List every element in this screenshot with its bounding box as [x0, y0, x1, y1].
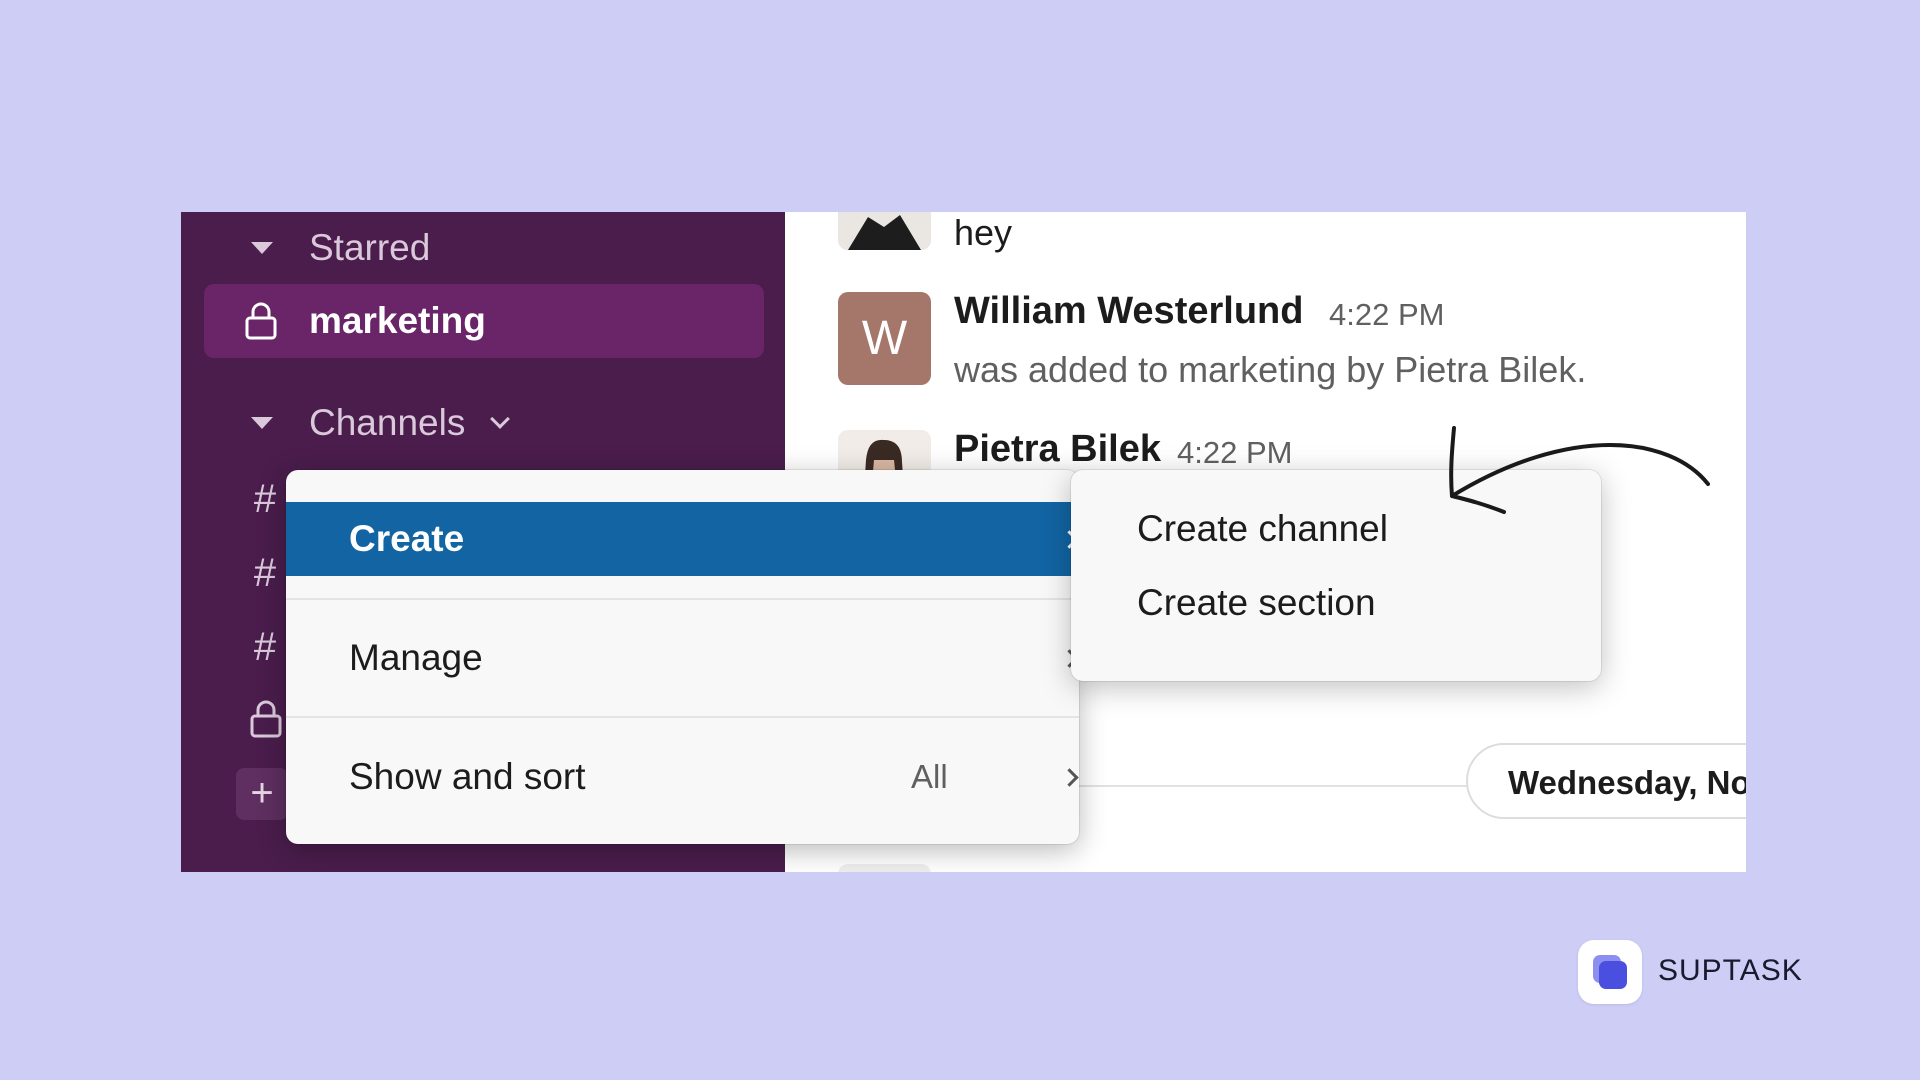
message-text: was added to marketing by Pietra Bilek.: [954, 349, 1587, 390]
lock-icon: [250, 700, 282, 738]
app-screenshot: Starred marketing Channels # # # + hey W…: [181, 212, 1746, 872]
section-starred-label: Starred: [309, 227, 431, 268]
hash-icon: #: [253, 625, 277, 669]
submenu-item-create-section[interactable]: Create section: [1137, 582, 1376, 624]
menu-item-show-and-sort[interactable]: Show and sort All: [286, 740, 1079, 814]
message-time[interactable]: 4:22 PM: [1329, 297, 1444, 333]
section-channels-label: Channels: [309, 402, 466, 443]
menu-divider: [286, 598, 1079, 600]
menu-item-label: Create: [349, 518, 465, 559]
menu-item-create[interactable]: Create: [286, 502, 1079, 576]
caret-down-icon: [251, 242, 273, 254]
menu-item-manage[interactable]: Manage: [286, 621, 1079, 695]
lock-icon: [245, 302, 277, 340]
add-channel-button[interactable]: +: [236, 768, 288, 820]
hash-icon: #: [253, 551, 277, 595]
sidebar-item-label: marketing: [309, 300, 486, 341]
day-divider-pill[interactable]: Wednesday, No: [1466, 743, 1746, 819]
avatar: W: [838, 292, 931, 385]
submenu-item-create-channel[interactable]: Create channel: [1137, 508, 1388, 550]
context-menu: Create Manage Show and sort All: [286, 470, 1079, 844]
message-time[interactable]: 4:22 PM: [1177, 435, 1292, 471]
avatar: [838, 212, 931, 250]
brand-name: SUPTASK: [1658, 954, 1803, 987]
sidebar-item-marketing[interactable]: marketing: [204, 284, 764, 358]
menu-item-label: Show and sort: [349, 756, 586, 797]
caret-down-icon: [251, 417, 273, 429]
menu-item-label: Manage: [349, 637, 483, 678]
avatar: [838, 864, 931, 872]
menu-item-value: All: [911, 758, 948, 795]
section-starred[interactable]: Starred: [181, 220, 785, 276]
chevron-down-icon[interactable]: [490, 409, 510, 429]
message-text: hey: [954, 212, 1013, 253]
section-channels[interactable]: Channels: [181, 395, 785, 451]
menu-divider: [286, 716, 1079, 718]
message-author[interactable]: Pietra Bilek: [954, 428, 1161, 471]
annotation-arrow-icon: [1449, 426, 1710, 514]
chevron-right-icon: [1060, 767, 1079, 787]
hash-icon: #: [253, 477, 277, 521]
suptask-logo-icon: [1578, 940, 1642, 1004]
message-author[interactable]: William Westerlund: [954, 290, 1303, 333]
